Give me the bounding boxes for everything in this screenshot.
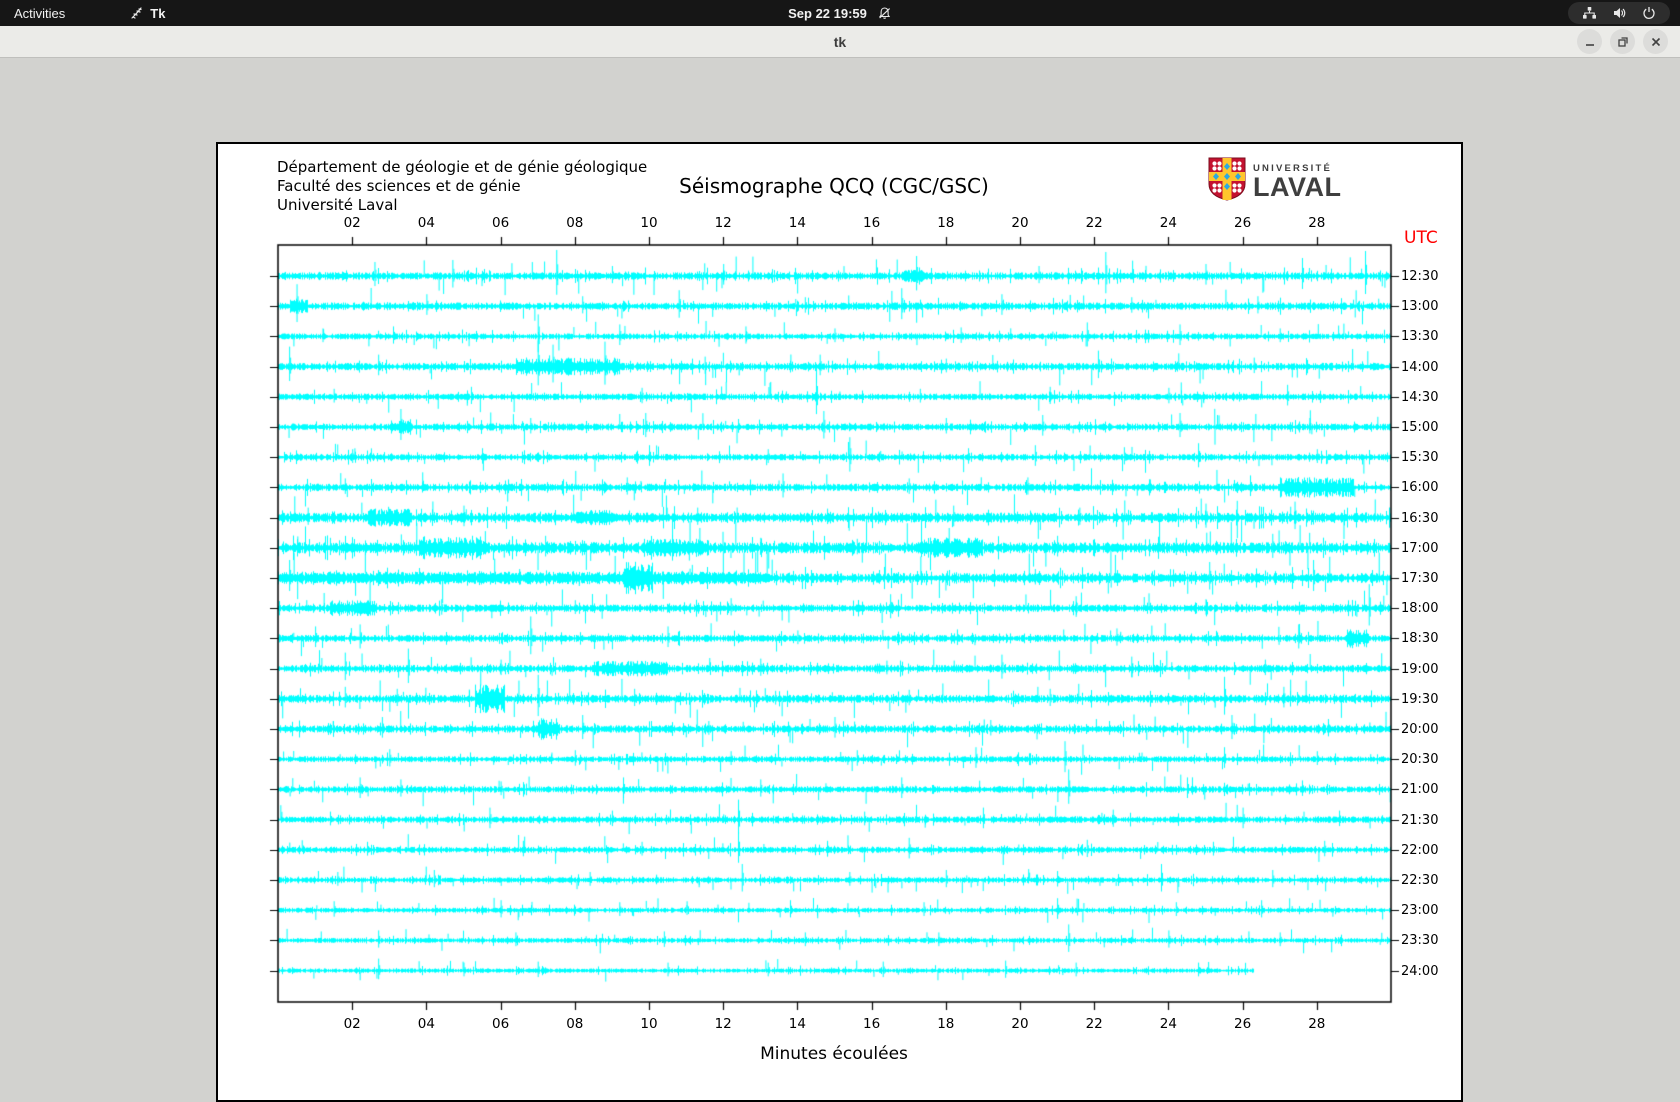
- x-tick-label-bottom: 12: [715, 1016, 732, 1032]
- header-line-1: Département de géologie et de génie géol…: [277, 158, 647, 177]
- clock[interactable]: Sep 22 19:59: [788, 6, 867, 21]
- volume-icon: [1612, 6, 1627, 20]
- x-tick-label-bottom: 02: [344, 1016, 361, 1032]
- x-tick-label-top: 22: [1086, 215, 1103, 231]
- activities-button[interactable]: Activities: [0, 0, 79, 26]
- notifications-off-icon: [877, 6, 892, 21]
- x-tick-label-bottom: 14: [789, 1016, 806, 1032]
- row-time-label: 16:00: [1401, 480, 1438, 495]
- row-time-label: 16:30: [1401, 511, 1438, 526]
- header-line-3: Université Laval: [277, 196, 647, 215]
- x-axis-label: Minutes écoulées: [760, 1044, 908, 1064]
- x-tick-label-bottom: 08: [566, 1016, 583, 1032]
- row-time-label: 23:30: [1401, 933, 1438, 948]
- row-time-label: 13:00: [1401, 299, 1438, 314]
- logo-laval-text: LAVAL: [1253, 174, 1341, 200]
- tk-app-label: Tk: [150, 6, 165, 21]
- row-time-label: 18:30: [1401, 631, 1438, 646]
- row-time-label: 17:30: [1401, 571, 1438, 586]
- x-tick-label-bottom: 06: [492, 1016, 509, 1032]
- row-time-label: 15:00: [1401, 420, 1438, 435]
- row-time-label: 19:30: [1401, 692, 1438, 707]
- window-title: tk: [834, 34, 846, 50]
- network-icon: [1582, 6, 1597, 20]
- x-tick-label-bottom: 18: [937, 1016, 954, 1032]
- header-line-2: Faculté des sciences et de génie: [277, 177, 647, 196]
- x-tick-label-bottom: 16: [863, 1016, 880, 1032]
- x-tick-label-bottom: 20: [1011, 1016, 1028, 1032]
- seismograph-figure: Département de géologie et de génie géol…: [216, 142, 1463, 1102]
- x-tick-label-bottom: 22: [1086, 1016, 1103, 1032]
- utc-axis-label: UTC: [1404, 228, 1438, 248]
- row-time-label: 14:00: [1401, 360, 1438, 375]
- x-tick-label-bottom: 24: [1160, 1016, 1177, 1032]
- minimize-button[interactable]: [1577, 29, 1602, 54]
- row-time-label: 12:30: [1401, 269, 1438, 284]
- x-tick-label-top: 26: [1234, 215, 1251, 231]
- department-header: Département de géologie et de génie géol…: [277, 158, 647, 215]
- tk-feather-icon: [129, 6, 144, 21]
- row-time-label: 18:00: [1401, 601, 1438, 616]
- x-tick-label-top: 08: [566, 215, 583, 231]
- x-tick-label-top: 20: [1011, 215, 1028, 231]
- row-time-label: 13:30: [1401, 329, 1438, 344]
- window-content: Département de géologie et de génie géol…: [0, 58, 1680, 1050]
- maximize-button[interactable]: [1610, 29, 1635, 54]
- x-tick-label-top: 10: [640, 215, 657, 231]
- row-time-label: 20:00: [1401, 722, 1438, 737]
- window-titlebar[interactable]: tk: [0, 26, 1680, 58]
- x-tick-label-top: 12: [715, 215, 732, 231]
- x-tick-label-bottom: 28: [1308, 1016, 1325, 1032]
- row-time-label: 14:30: [1401, 390, 1438, 405]
- row-time-label: 20:30: [1401, 752, 1438, 767]
- x-tick-label-top: 14: [789, 215, 806, 231]
- gnome-top-bar: Activities Tk Sep 22 19:59: [0, 0, 1680, 26]
- x-tick-label-top: 16: [863, 215, 880, 231]
- row-time-label: 22:30: [1401, 873, 1438, 888]
- x-tick-label-top: 02: [344, 215, 361, 231]
- x-tick-label-top: 06: [492, 215, 509, 231]
- power-icon: [1642, 6, 1656, 20]
- x-tick-label-top: 28: [1308, 215, 1325, 231]
- row-time-label: 23:00: [1401, 903, 1438, 918]
- laval-shield-icon: [1208, 157, 1246, 206]
- row-time-label: 21:30: [1401, 813, 1438, 828]
- helicorder-plot-canvas[interactable]: [218, 144, 1461, 1100]
- row-time-label: 15:30: [1401, 450, 1438, 465]
- x-tick-label-top: 24: [1160, 215, 1177, 231]
- system-status-area[interactable]: [1568, 2, 1670, 24]
- x-tick-label-bottom: 04: [418, 1016, 435, 1032]
- x-tick-label-top: 18: [937, 215, 954, 231]
- row-time-label: 19:00: [1401, 662, 1438, 677]
- tk-app-indicator[interactable]: Tk: [129, 6, 165, 21]
- close-button[interactable]: [1643, 29, 1668, 54]
- row-time-label: 21:00: [1401, 782, 1438, 797]
- x-tick-label-bottom: 26: [1234, 1016, 1251, 1032]
- universite-laval-logo: UNIVERSITÉ LAVAL: [1208, 157, 1341, 206]
- row-time-label: 17:00: [1401, 541, 1438, 556]
- x-tick-label-bottom: 10: [640, 1016, 657, 1032]
- x-tick-label-top: 04: [418, 215, 435, 231]
- row-time-label: 22:00: [1401, 843, 1438, 858]
- row-time-label: 24:00: [1401, 964, 1438, 979]
- figure-title: Séismographe QCQ (CGC/GSC): [679, 174, 989, 198]
